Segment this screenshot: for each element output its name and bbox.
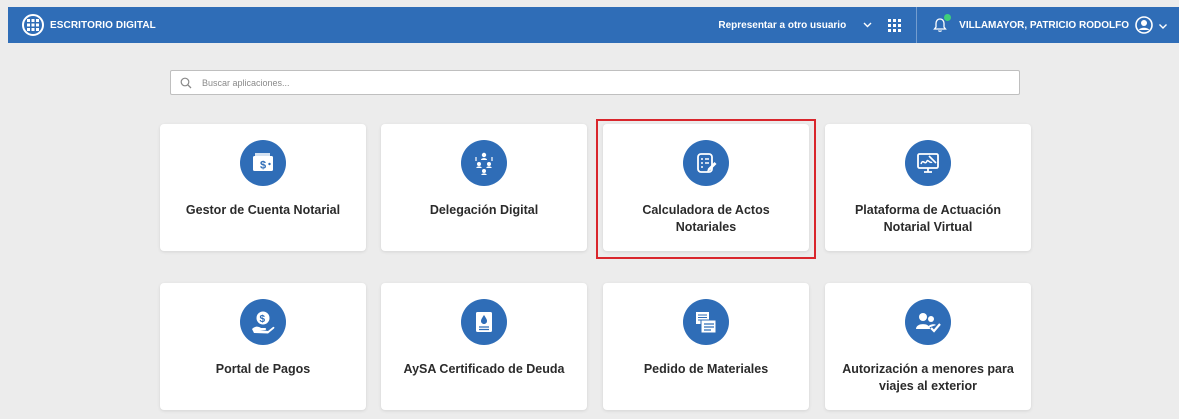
header-divider bbox=[916, 7, 918, 43]
app-title: Portal de Pagos bbox=[215, 362, 311, 376]
app-card-gestor-cuenta-notarial[interactable]: $ Gestor de Cuenta Notarial bbox=[160, 124, 366, 251]
app-title: Delegación Digital bbox=[429, 203, 539, 217]
app-title: Plataforma de Actuación Notarial Virtual bbox=[854, 203, 1002, 234]
wallet-dollar-icon: $ bbox=[240, 140, 286, 186]
user-name[interactable]: VILLAMAYOR, PATRICIO RODOLFO bbox=[959, 20, 1129, 31]
app-card-aysa-certificado-deuda[interactable]: AySA Certificado de Deuda bbox=[381, 283, 587, 410]
search-input[interactable] bbox=[200, 76, 1019, 89]
water-document-icon bbox=[461, 299, 507, 345]
user-avatar-icon[interactable] bbox=[1135, 16, 1153, 34]
monitor-signature-icon bbox=[905, 140, 951, 186]
app-title: Calculadora de Actos Notariales bbox=[642, 203, 770, 234]
search-box[interactable] bbox=[170, 70, 1020, 95]
app-title: ESCRITORIO DIGITAL bbox=[50, 19, 156, 31]
app-card-calculadora-actos-notariales[interactable]: Calculadora de Actos Notariales bbox=[603, 124, 809, 251]
app-card-autorizacion-menores[interactable]: Autorización a menores para viajes al ex… bbox=[825, 283, 1031, 410]
svg-text:$: $ bbox=[260, 160, 266, 172]
app-title: Gestor de Cuenta Notarial bbox=[185, 203, 341, 217]
brand[interactable]: ESCRITORIO DIGITAL bbox=[22, 14, 156, 36]
app-card-delegacion-digital[interactable]: Delegación Digital bbox=[381, 124, 587, 251]
documents-list-icon bbox=[683, 299, 729, 345]
app-card-portal-pagos[interactable]: $ Portal de Pagos bbox=[160, 283, 366, 410]
svg-text:$: $ bbox=[260, 314, 266, 325]
search-icon bbox=[180, 76, 194, 90]
apps-grid-logo-icon bbox=[22, 14, 44, 36]
represent-user-link[interactable]: Representar a otro usuario bbox=[718, 20, 846, 31]
apps-grid-icon[interactable] bbox=[886, 17, 902, 33]
app-card-plataforma-actuacion-notarial[interactable]: Plataforma de Actuación Notarial Virtual bbox=[825, 124, 1031, 251]
users-check-icon bbox=[905, 299, 951, 345]
hand-coin-icon: $ bbox=[240, 299, 286, 345]
notification-bell-icon[interactable] bbox=[933, 13, 953, 33]
app-title: Autorización a menores para viajes al ex… bbox=[842, 362, 1014, 393]
app-title: AySA Certificado de Deuda bbox=[403, 362, 565, 376]
app-card-pedido-materiales[interactable]: Pedido de Materiales bbox=[603, 283, 809, 410]
chevron-down-icon[interactable] bbox=[860, 18, 874, 32]
document-edit-icon bbox=[683, 140, 729, 186]
notification-dot bbox=[943, 13, 953, 22]
delegation-people-icon bbox=[461, 140, 507, 186]
app-title: Pedido de Materiales bbox=[643, 362, 769, 376]
top-bar: ESCRITORIO DIGITAL Representar a otro us… bbox=[8, 7, 1179, 43]
user-menu-chevron-icon[interactable] bbox=[1157, 19, 1169, 31]
